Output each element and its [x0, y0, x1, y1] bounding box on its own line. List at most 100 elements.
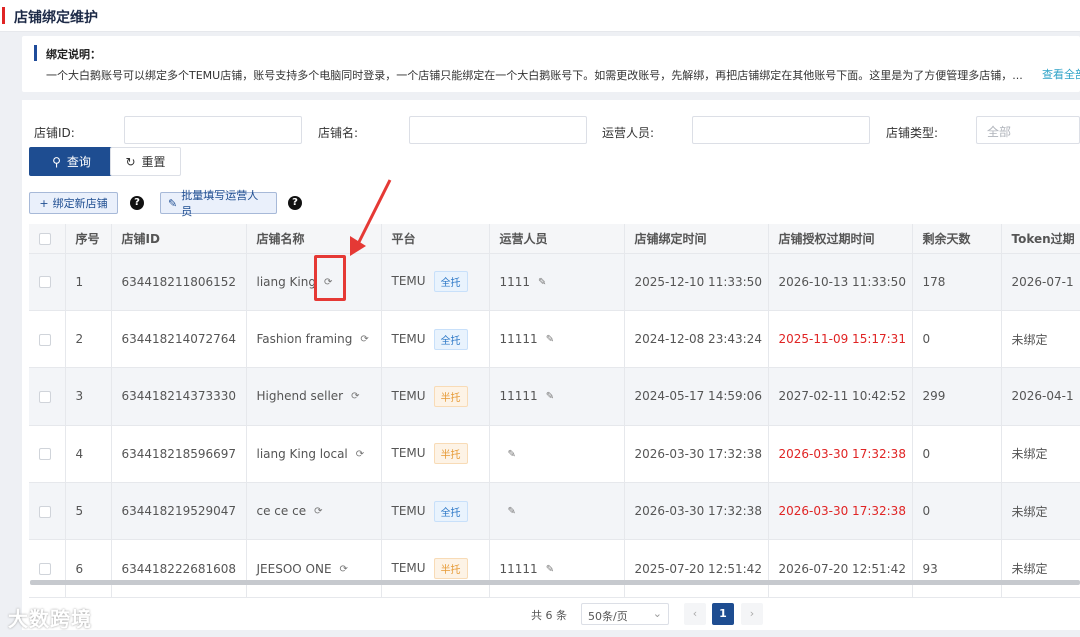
- row-checkbox-cell[interactable]: [29, 425, 66, 484]
- operator-cell: 11111 ✎: [489, 310, 625, 369]
- row-checkbox-cell[interactable]: [29, 482, 66, 541]
- platform-cell: TEMU 全托: [381, 310, 490, 369]
- operator-cell: 11111 ✎: [489, 367, 625, 426]
- operator-name: 11111: [499, 389, 538, 404]
- shop-type-select[interactable]: 全部: [976, 116, 1080, 144]
- row-checkbox[interactable]: [39, 276, 51, 289]
- plus-icon: +: [39, 196, 49, 210]
- table-row[interactable]: 4 634418218596697 liang King local ⟳ TEMU 半托 ✎…: [29, 425, 1080, 484]
- select-all-checkbox[interactable]: [39, 232, 51, 245]
- query-button[interactable]: ⚲ 查询: [29, 147, 114, 176]
- shop-type-label: 店铺类型:: [886, 126, 939, 140]
- table-row[interactable]: 5 634418219529047 ce ce ce ⟳ TEMU 全托 ✎ 2026-03-…: [29, 482, 1080, 541]
- sync-icon[interactable]: ⟳: [356, 449, 364, 460]
- shop-name-cell: Fashion framing ⟳: [246, 310, 382, 369]
- column-header: 剩余天数: [912, 224, 1002, 254]
- shop-id-cell: 634418218596697: [111, 425, 247, 484]
- notice-accent-bar: [34, 45, 37, 61]
- expire-time-cell: 2026-03-30 17:32:38: [768, 482, 913, 541]
- platform-name: TEMU: [391, 561, 426, 576]
- table-row[interactable]: 6 634418222681608 JEESOO ONE ⟳ TEMU 半托 11111 ✎ 2…: [29, 539, 1080, 598]
- shop-name: JEESOO ONE: [256, 561, 332, 576]
- shop-name: Highend seller: [256, 389, 344, 404]
- column-header: 店铺名称: [246, 224, 382, 254]
- platform-cell: TEMU 半托: [381, 539, 490, 598]
- shop-id-cell: 634418222681608: [111, 539, 247, 598]
- next-page-button[interactable]: ›: [741, 603, 763, 625]
- shop-id-cell: 634418214072764: [111, 310, 247, 369]
- bind-time-cell: 2025-07-20 12:51:42: [624, 539, 769, 598]
- shop-id-input[interactable]: [124, 116, 302, 144]
- operator-name: 11111: [499, 332, 538, 347]
- row-checkbox[interactable]: [39, 505, 51, 518]
- edit-icon[interactable]: ✎: [546, 334, 554, 345]
- help-icon[interactable]: ?: [130, 196, 144, 210]
- expire-time-cell: 2026-03-30 17:32:38: [768, 425, 913, 484]
- horizontal-scrollbar[interactable]: [30, 580, 1080, 585]
- row-checkbox-cell[interactable]: [29, 367, 66, 426]
- current-page-button[interactable]: 1: [712, 603, 734, 625]
- platform-cell: TEMU 半托: [381, 367, 490, 426]
- token-expire-cell: 未绑定: [1001, 482, 1080, 541]
- shop-name-cell: Highend seller ⟳: [246, 367, 382, 426]
- prev-page-button[interactable]: ‹: [684, 603, 706, 625]
- bind-time-cell: 2024-05-17 14:59:06: [624, 367, 769, 426]
- edit-icon[interactable]: ✎: [508, 449, 516, 460]
- query-button-label: 查询: [66, 155, 91, 169]
- shop-name: liang King local: [256, 446, 348, 461]
- token-expire-cell: 未绑定: [1001, 539, 1080, 598]
- reset-button[interactable]: ↻ 重置: [110, 147, 181, 176]
- hosting-type-tag: 全托: [433, 500, 468, 522]
- help-icon[interactable]: ?: [288, 196, 302, 210]
- edit-icon[interactable]: ✎: [538, 277, 546, 288]
- select-all-checkbox-cell[interactable]: [29, 224, 66, 254]
- table-row[interactable]: 3 634418214373330 Highend seller ⟳ TEMU 半托 111…: [29, 367, 1080, 426]
- row-checkbox[interactable]: [39, 563, 51, 576]
- row-no: 1: [65, 253, 112, 311]
- view-all-link[interactable]: 查看全部: [1042, 66, 1080, 82]
- hosting-type-tag: 半托: [433, 385, 468, 407]
- refresh-icon: ↻: [125, 154, 136, 169]
- table-row[interactable]: 1 634418211806152 liang King ⟳ TEMU 全托 1111 ✎ 20…: [29, 253, 1080, 311]
- platform-cell: TEMU 全托: [381, 253, 490, 311]
- sync-icon[interactable]: ⟳: [360, 334, 368, 345]
- sync-icon[interactable]: ⟳: [351, 391, 359, 402]
- highlight-box: [314, 255, 346, 301]
- shop-name-input[interactable]: [409, 116, 587, 144]
- platform-cell: TEMU 全托: [381, 482, 490, 541]
- row-checkbox-cell[interactable]: [29, 253, 66, 311]
- edit-icon[interactable]: ✎: [546, 564, 554, 575]
- sync-icon[interactable]: ⟳: [314, 506, 322, 517]
- hosting-type-tag: 半托: [433, 558, 468, 580]
- row-checkbox[interactable]: [39, 333, 51, 346]
- expire-time-cell: 2027-02-11 10:42:52: [768, 367, 913, 426]
- page-size-select[interactable]: 50条/页 ⌄: [581, 603, 669, 625]
- shop-name: Fashion framing: [256, 332, 353, 347]
- shop-name-cell: ce ce ce ⟳: [246, 482, 382, 541]
- token-expire-cell: 2026-07-1: [1001, 253, 1080, 311]
- shop-table: 序号 店铺ID 店铺名称 平台 运营人员 店铺绑定时间 店铺授权过期时间 剩余天…: [29, 224, 1080, 598]
- bind-new-shop-button[interactable]: + 绑定新店铺: [29, 192, 118, 214]
- operator-cell: 11111 ✎: [489, 539, 625, 598]
- row-checkbox-cell[interactable]: [29, 539, 66, 598]
- row-checkbox-cell[interactable]: [29, 310, 66, 369]
- sync-icon[interactable]: ⟳: [340, 564, 348, 575]
- bind-time-cell: 2026-03-30 17:32:38: [624, 425, 769, 484]
- edit-icon[interactable]: ✎: [546, 391, 554, 402]
- pagination-total: 共 6 条: [531, 609, 567, 622]
- operator-input[interactable]: [692, 116, 870, 144]
- operator-cell: ✎: [489, 425, 625, 484]
- batch-fill-operator-button[interactable]: ✎ 批量填写运营人员: [160, 189, 277, 218]
- row-no: 5: [65, 482, 112, 541]
- row-no: 2: [65, 310, 112, 369]
- token-expire-cell: 未绑定: [1001, 425, 1080, 484]
- row-checkbox[interactable]: [39, 448, 51, 461]
- binding-notice: 绑定说明： 一个大白鹅账号可以绑定多个TEMU店铺，账号支持多个电脑同时登录，一…: [22, 36, 1080, 92]
- row-checkbox[interactable]: [39, 390, 51, 403]
- shop-name-label: 店铺名:: [318, 126, 359, 140]
- table-row[interactable]: 2 634418214072764 Fashion framing ⟳ TEMU 全托 11…: [29, 310, 1080, 369]
- platform-name: TEMU: [391, 331, 426, 346]
- page-header: 店铺绑定维护: [0, 0, 1080, 32]
- edit-icon: ✎: [168, 196, 178, 210]
- edit-icon[interactable]: ✎: [508, 506, 516, 517]
